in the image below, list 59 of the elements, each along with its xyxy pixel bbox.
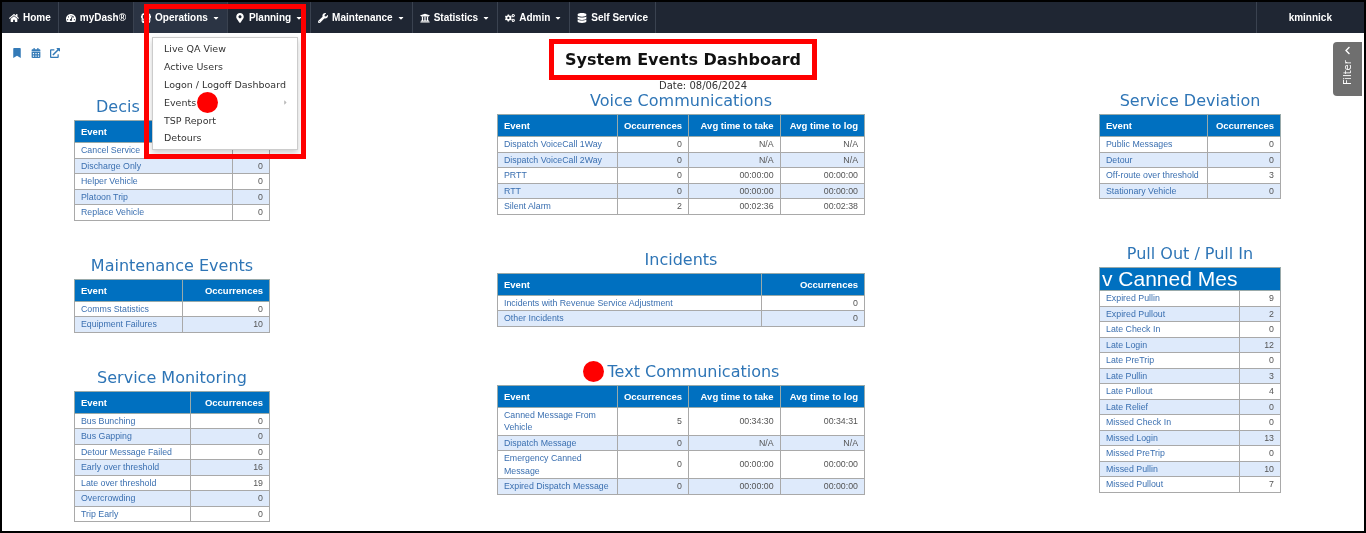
section-title: Voice Communications bbox=[589, 92, 773, 110]
home-icon bbox=[9, 12, 19, 23]
event-link[interactable]: Canned Message From Vehicle bbox=[497, 407, 618, 435]
database-icon bbox=[577, 12, 588, 23]
bus-icon bbox=[141, 12, 152, 23]
column-header: Event bbox=[74, 391, 191, 413]
column-header: Avg time to take bbox=[688, 385, 781, 407]
column-header: Event bbox=[497, 385, 618, 407]
column-header: Event bbox=[497, 273, 762, 295]
column-header: Event bbox=[497, 114, 618, 137]
user-menu[interactable]: kminnick bbox=[1255, 2, 1364, 33]
section-title: Text Communications bbox=[607, 362, 780, 381]
chevron-left-icon bbox=[1343, 46, 1352, 55]
calendar-icon[interactable] bbox=[31, 48, 41, 58]
date-label: Date: 08/06/2024 bbox=[658, 80, 748, 92]
nav-item[interactable]: Self Service bbox=[570, 2, 656, 33]
section-title: Service Monitoring bbox=[97, 368, 247, 387]
table-cell: 00:34:31 bbox=[780, 407, 865, 435]
gauge-icon bbox=[65, 12, 76, 23]
menu-item[interactable]: Active Users bbox=[153, 57, 297, 76]
column-header: Avg time to take bbox=[688, 114, 781, 137]
menu-item[interactable]: Events bbox=[153, 93, 297, 112]
nav-item[interactable]: Statistics bbox=[412, 2, 499, 33]
column-header: Occurrences bbox=[182, 279, 270, 301]
building-icon bbox=[419, 12, 430, 23]
section-title: Incidents bbox=[644, 250, 718, 269]
wrench-icon bbox=[318, 12, 329, 23]
map-pin-icon bbox=[234, 12, 245, 23]
section-title: Service Deviation bbox=[1119, 92, 1261, 110]
column-header: Event bbox=[1099, 114, 1208, 137]
nav-item[interactable]: Maintenance bbox=[311, 2, 413, 33]
column-header: Event bbox=[74, 279, 183, 301]
filter-tab[interactable]: Filter bbox=[1333, 42, 1362, 96]
nav-item[interactable]: Planning bbox=[227, 2, 312, 33]
event-link[interactable]: Emergency Canned Message bbox=[497, 450, 618, 479]
table-header: v Canned Mes bbox=[1099, 267, 1281, 291]
table-cell: 00:34:30 bbox=[688, 407, 781, 435]
column-header: Occurrences bbox=[617, 114, 689, 137]
table-cell: 00:00:00 bbox=[780, 450, 865, 479]
external-link-icon[interactable] bbox=[50, 48, 60, 58]
column-header: Occurrences bbox=[1207, 114, 1281, 137]
page-title: System Events Dashboard bbox=[548, 39, 818, 80]
section-title: Pull Out / Pull In bbox=[1126, 245, 1254, 263]
table-cell: 5 bbox=[617, 407, 689, 435]
section-title: Decis bbox=[96, 98, 140, 116]
section-title: Maintenance Events bbox=[90, 256, 254, 275]
table-cell: 0 bbox=[617, 450, 689, 479]
column-header: Occurrences bbox=[617, 385, 689, 407]
bookmark-icon[interactable] bbox=[12, 48, 22, 58]
column-header: Avg time to log bbox=[780, 385, 865, 407]
nav-item[interactable]: Home bbox=[2, 2, 59, 33]
column-header: Occurrences bbox=[190, 391, 270, 413]
menu-item[interactable]: Logon / Logoff Dashboard bbox=[153, 75, 297, 94]
nav-item[interactable]: Admin bbox=[498, 2, 571, 33]
menu-item[interactable]: Live QA View bbox=[153, 40, 297, 58]
gears-icon bbox=[505, 12, 516, 23]
column-header: Avg time to log bbox=[780, 114, 865, 137]
column-header: Occurrences bbox=[761, 273, 865, 295]
table-cell: 00:00:00 bbox=[688, 450, 781, 479]
